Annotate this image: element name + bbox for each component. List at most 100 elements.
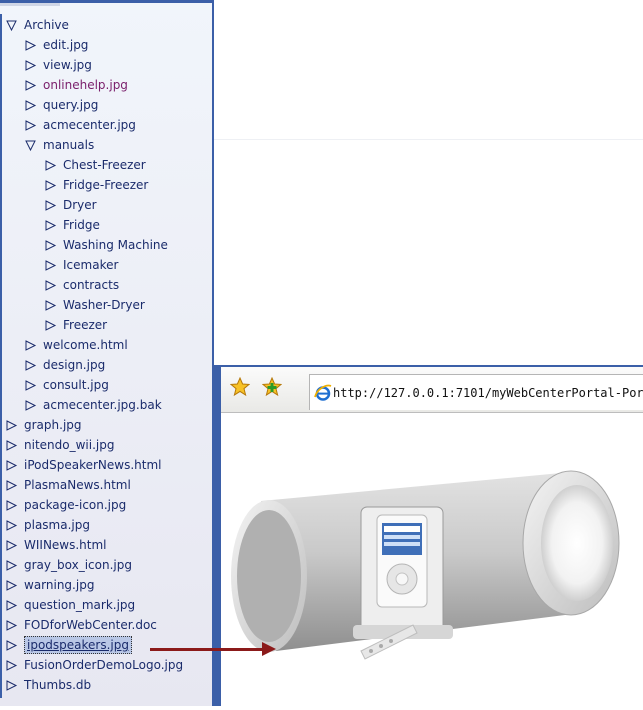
expand-right-triangle-icon[interactable] <box>24 379 37 392</box>
expand-down-triangle-icon[interactable] <box>5 19 18 32</box>
tree-item[interactable]: Archive <box>5 15 69 35</box>
tree-item[interactable]: design.jpg <box>24 355 105 375</box>
expand-right-triangle-icon[interactable] <box>44 239 57 252</box>
expand-right-triangle-icon[interactable] <box>5 459 18 472</box>
tree-item-label[interactable]: FODforWebCenter.doc <box>24 615 157 635</box>
expand-right-triangle-icon[interactable] <box>5 559 18 572</box>
tree-item-label[interactable]: Dryer <box>63 195 97 215</box>
tree-item-label[interactable]: Washer-Dryer <box>63 295 145 315</box>
tree-item-label[interactable]: package-icon.jpg <box>24 495 126 515</box>
expand-right-triangle-icon[interactable] <box>24 399 37 412</box>
tree-item[interactable]: Icemaker <box>44 255 118 275</box>
tree-item[interactable]: iPodSpeakerNews.html <box>5 455 161 475</box>
tree-item[interactable]: Dryer <box>44 195 97 215</box>
expand-right-triangle-icon[interactable] <box>5 579 18 592</box>
tree-item[interactable]: PlasmaNews.html <box>5 475 131 495</box>
expand-right-triangle-icon[interactable] <box>44 199 57 212</box>
tree-item[interactable]: onlinehelp.jpg <box>24 75 128 95</box>
expand-right-triangle-icon[interactable] <box>5 499 18 512</box>
tree-item-label[interactable]: contracts <box>63 275 119 295</box>
expand-down-triangle-icon[interactable] <box>24 139 37 152</box>
favorites-star-icon[interactable] <box>229 376 251 397</box>
tree-item[interactable]: nitendo_wii.jpg <box>5 435 114 455</box>
expand-right-triangle-icon[interactable] <box>44 159 57 172</box>
expand-right-triangle-icon[interactable] <box>5 439 18 452</box>
tree-item[interactable]: acmecenter.jpg <box>24 115 136 135</box>
tree-item[interactable]: acmecenter.jpg.bak <box>24 395 162 415</box>
tree-item-label[interactable]: Fridge-Freezer <box>63 175 148 195</box>
expand-right-triangle-icon[interactable] <box>44 319 57 332</box>
tree-item-label[interactable]: Freezer <box>63 315 107 335</box>
expand-right-triangle-icon[interactable] <box>5 679 18 692</box>
tree-item[interactable]: Freezer <box>44 315 107 335</box>
tree-item-label[interactable]: iPodSpeakerNews.html <box>24 455 161 475</box>
tree-item[interactable]: plasma.jpg <box>5 515 90 535</box>
tree-item-label[interactable]: query.jpg <box>43 95 98 115</box>
tree-item-label[interactable]: warning.jpg <box>24 575 94 595</box>
tree-item[interactable]: warning.jpg <box>5 575 94 595</box>
expand-right-triangle-icon[interactable] <box>24 79 37 92</box>
expand-right-triangle-icon[interactable] <box>5 419 18 432</box>
tree-item[interactable]: question_mark.jpg <box>5 595 135 615</box>
tree-item-label[interactable]: Chest-Freezer <box>63 155 146 175</box>
tree-item[interactable]: WIINews.html <box>5 535 107 555</box>
tree-item[interactable]: welcome.html <box>24 335 128 355</box>
tree-item-label[interactable]: edit.jpg <box>43 35 88 55</box>
tree-item-label[interactable]: acmecenter.jpg <box>43 115 136 135</box>
tree-item-label[interactable]: Archive <box>24 15 69 35</box>
tree-item[interactable]: Chest-Freezer <box>44 155 146 175</box>
tree-item[interactable]: Fridge-Freezer <box>44 175 148 195</box>
tree-item-label[interactable]: view.jpg <box>43 55 92 75</box>
expand-right-triangle-icon[interactable] <box>5 639 18 652</box>
tree-item[interactable]: FusionOrderDemoLogo.jpg <box>5 655 183 675</box>
tree-item-label[interactable]: Icemaker <box>63 255 118 275</box>
tree-item-label[interactable]: FusionOrderDemoLogo.jpg <box>24 655 183 675</box>
browser-tab[interactable]: http://127.0.0.1:7101/myWebCenterPortal-… <box>309 374 643 410</box>
tree-item[interactable]: contracts <box>44 275 119 295</box>
tree-item-label[interactable]: Fridge <box>63 215 100 235</box>
add-to-favorites-icon[interactable] <box>261 376 283 397</box>
expand-right-triangle-icon[interactable] <box>5 539 18 552</box>
expand-right-triangle-icon[interactable] <box>24 339 37 352</box>
expand-right-triangle-icon[interactable] <box>24 359 37 372</box>
tree-item-label[interactable]: graph.jpg <box>24 415 82 435</box>
tree-item[interactable]: manuals <box>24 135 94 155</box>
tree-item[interactable]: Washer-Dryer <box>44 295 145 315</box>
expand-right-triangle-icon[interactable] <box>24 99 37 112</box>
tree-item[interactable]: gray_box_icon.jpg <box>5 555 132 575</box>
tree-item-label[interactable]: design.jpg <box>43 355 105 375</box>
tree-item-label[interactable]: ipodspeakers.jpg <box>24 636 132 654</box>
expand-right-triangle-icon[interactable] <box>24 119 37 132</box>
expand-right-triangle-icon[interactable] <box>5 659 18 672</box>
expand-right-triangle-icon[interactable] <box>5 519 18 532</box>
tree-item-label[interactable]: question_mark.jpg <box>24 595 135 615</box>
tree-item-label[interactable]: Thumbs.db <box>24 675 91 695</box>
tree-item-label[interactable]: plasma.jpg <box>24 515 90 535</box>
expand-right-triangle-icon[interactable] <box>24 59 37 72</box>
tree-item-label[interactable]: gray_box_icon.jpg <box>24 555 132 575</box>
tree-item[interactable]: graph.jpg <box>5 415 82 435</box>
expand-right-triangle-icon[interactable] <box>44 259 57 272</box>
tree-item-label[interactable]: welcome.html <box>43 335 128 355</box>
tree-item[interactable]: Washing Machine <box>44 235 168 255</box>
tree-item[interactable]: view.jpg <box>24 55 92 75</box>
tree-item[interactable]: package-icon.jpg <box>5 495 126 515</box>
tree-item[interactable]: edit.jpg <box>24 35 88 55</box>
expand-right-triangle-icon[interactable] <box>24 39 37 52</box>
expand-right-triangle-icon[interactable] <box>44 299 57 312</box>
tree-item-label[interactable]: WIINews.html <box>24 535 107 555</box>
expand-right-triangle-icon[interactable] <box>44 279 57 292</box>
tree-item-label[interactable]: PlasmaNews.html <box>24 475 131 495</box>
expand-right-triangle-icon[interactable] <box>44 219 57 232</box>
tree-item-label[interactable]: Washing Machine <box>63 235 168 255</box>
tree-item[interactable]: ipodspeakers.jpg <box>5 635 132 655</box>
tree-item-label[interactable]: nitendo_wii.jpg <box>24 435 114 455</box>
tree-item-label[interactable]: manuals <box>43 135 94 155</box>
tree-item[interactable]: Thumbs.db <box>5 675 91 695</box>
tree-item[interactable]: query.jpg <box>24 95 98 115</box>
tree-item-label[interactable]: onlinehelp.jpg <box>43 75 128 95</box>
expand-right-triangle-icon[interactable] <box>44 179 57 192</box>
tree-item-label[interactable]: consult.jpg <box>43 375 109 395</box>
tree-item[interactable]: Fridge <box>44 215 100 235</box>
expand-right-triangle-icon[interactable] <box>5 599 18 612</box>
